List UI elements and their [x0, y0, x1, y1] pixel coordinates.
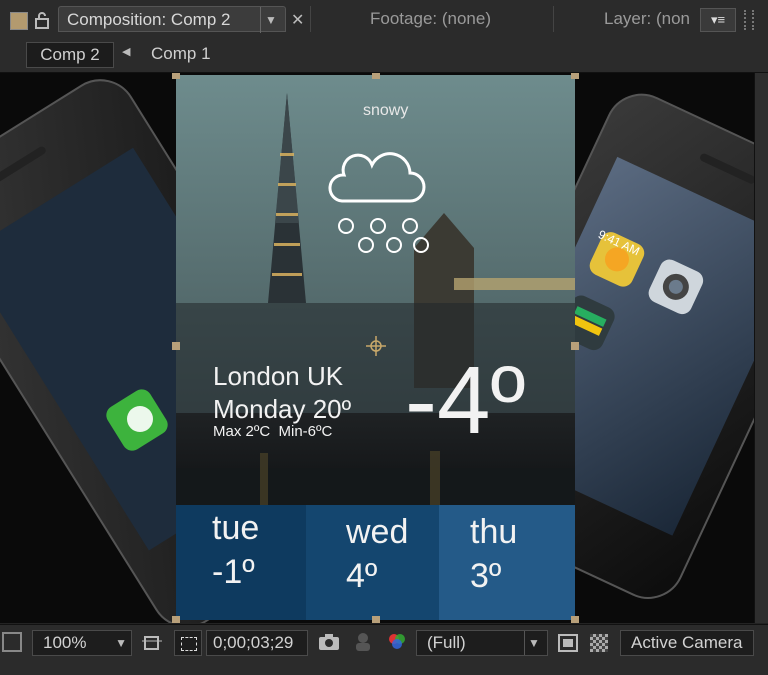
- tab-footage-label: Footage: (none): [370, 9, 491, 28]
- camera-snapshot-icon[interactable]: [318, 633, 340, 656]
- panel-menu-icon[interactable]: ▾≡: [700, 8, 736, 32]
- transparency-grid-toggle-icon[interactable]: [174, 630, 202, 656]
- zoom-value: 100%: [43, 633, 87, 652]
- handle-top-left[interactable]: [172, 73, 180, 79]
- forecast-temp-thu: 3º: [470, 557, 502, 595]
- composition-viewer[interactable]: 9:41 AM snowy London UK Monday 20º Max 2…: [0, 73, 754, 623]
- chevron-down-icon[interactable]: ▼: [260, 7, 281, 33]
- zoom-select[interactable]: 100% ▼: [32, 630, 132, 656]
- breadcrumb: [0, 38, 768, 73]
- close-icon[interactable]: ✕: [291, 10, 304, 30]
- region-of-interest-icon[interactable]: [142, 634, 162, 652]
- resolution-value: (Full): [427, 633, 466, 652]
- resolution-select[interactable]: (Full) ▼: [416, 630, 548, 656]
- tab-layer-label: Layer: (non: [604, 9, 690, 28]
- city-label: London UK: [213, 361, 344, 391]
- current-temperature: -4º: [405, 347, 526, 454]
- arrow-left-icon: ◀: [122, 46, 131, 58]
- timecode-field[interactable]: 0;00;03;29: [206, 630, 308, 656]
- tab-footage[interactable]: Footage: (none): [310, 6, 550, 32]
- forecast-temp-tue: -1º: [212, 553, 255, 591]
- active-camera-select[interactable]: Active Camera: [620, 630, 754, 656]
- temp-range-label: Max 2ºC Min-6ºC: [213, 423, 333, 440]
- forecast-temp-wed: 4º: [346, 557, 378, 595]
- tab-composition-label: Composition: Comp 2: [67, 10, 231, 29]
- breadcrumb-comp-1[interactable]: Comp 1: [151, 42, 211, 66]
- chevron-down-icon: ▼: [115, 636, 127, 650]
- show-snapshot-icon[interactable]: [354, 632, 372, 657]
- handle-middle-right[interactable]: [571, 342, 579, 350]
- lock-icon[interactable]: [34, 10, 50, 30]
- forecast-day-wed: wed: [346, 513, 409, 551]
- timecode-value: 0;00;03;29: [213, 633, 294, 652]
- active-camera-label: Active Camera: [631, 633, 743, 652]
- tab-layer[interactable]: Layer: (non: [553, 6, 698, 32]
- always-preview-icon[interactable]: [2, 632, 22, 652]
- breadcrumb-comp-2[interactable]: Comp 2: [26, 42, 114, 68]
- handle-bottom-right[interactable]: [571, 616, 579, 623]
- fast-previews-icon[interactable]: [558, 634, 578, 652]
- handle-top-right[interactable]: [571, 73, 579, 79]
- forecast-day-tue: tue: [212, 509, 260, 547]
- handle-bottom-center[interactable]: [372, 616, 380, 623]
- handle-middle-left[interactable]: [172, 342, 180, 350]
- right-panel-edge[interactable]: [754, 73, 768, 623]
- panel-color-swatch-icon[interactable]: [10, 12, 28, 30]
- handle-top-center[interactable]: [372, 73, 380, 79]
- tab-composition[interactable]: Composition: Comp 2 ▼: [58, 6, 286, 33]
- weather-condition: snowy: [363, 102, 409, 119]
- channel-rgb-icon[interactable]: [386, 632, 408, 657]
- checkerboard-icon[interactable]: [590, 634, 608, 652]
- forecast-day-thu: thu: [470, 513, 518, 551]
- panel-grip-icon[interactable]: [744, 10, 754, 30]
- date-label: Monday 20º: [213, 394, 352, 424]
- handle-bottom-left[interactable]: [172, 616, 180, 623]
- chevron-down-icon: ▼: [524, 631, 543, 655]
